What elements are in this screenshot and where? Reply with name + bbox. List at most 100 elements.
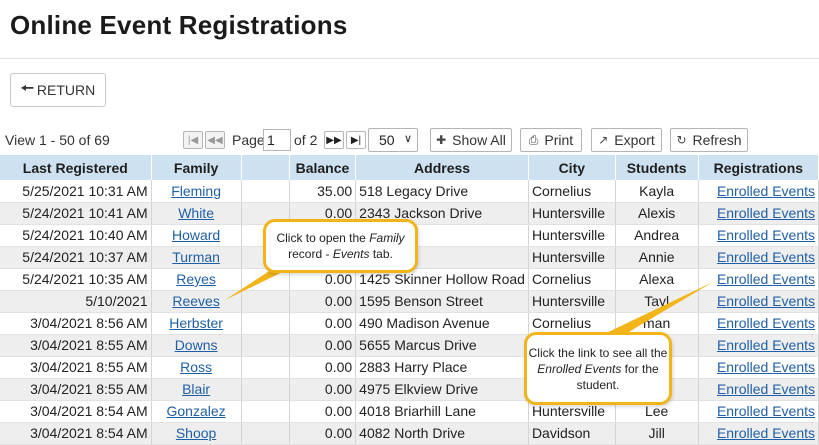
cell-last-registered: 3/04/2021 8:55 AM — [0, 378, 152, 401]
cell-last-registered: 5/25/2021 10:31 AM — [0, 180, 152, 203]
cell-city: Huntersville — [528, 202, 616, 225]
enrolled-events-link[interactable]: Enrolled Events — [717, 315, 815, 331]
col-last-registered[interactable]: Last Registered — [0, 155, 152, 180]
cell-address: 1595 Benson Street — [355, 290, 529, 313]
col-students[interactable]: Students — [615, 155, 699, 180]
refresh-label: Refresh — [692, 132, 742, 148]
enrolled-events-link[interactable]: Enrolled Events — [717, 227, 815, 243]
cell-last-registered: 3/04/2021 8:54 AM — [0, 400, 152, 423]
enrolled-events-link[interactable]: Enrolled Events — [717, 205, 815, 221]
table-header-row: Last Registered Family Balance Address C… — [0, 155, 819, 180]
cell-address: 4082 North Drive — [355, 422, 529, 445]
show-all-label: Show All — [452, 132, 506, 148]
chevron-down-icon: ∨ — [403, 133, 412, 145]
prev-page-button[interactable]: ◀◀ — [205, 131, 225, 149]
cell-city: Huntersville — [528, 246, 616, 269]
cell-last-registered: 5/10/2021 — [0, 290, 152, 313]
cell-balance: 0.00 — [289, 356, 357, 379]
cell-family: Gonzalez — [151, 400, 242, 423]
enrolled-events-link[interactable]: Enrolled Events — [717, 337, 815, 353]
cell-last-registered: 3/04/2021 8:55 AM — [0, 334, 152, 357]
cell-registrations: Enrolled Events — [698, 400, 819, 423]
cell-balance: 0.00 — [289, 290, 357, 313]
col-balance[interactable]: Balance — [289, 155, 357, 180]
table-row: 3/04/2021 8:55 AM Ross 0.00 2883 Harry Plac… — [0, 356, 819, 379]
cell-registrations: Enrolled Events — [698, 356, 819, 379]
enrolled-events-link[interactable]: Enrolled Events — [717, 403, 815, 419]
cell-blank — [241, 400, 290, 423]
family-link[interactable]: Downs — [175, 337, 218, 353]
col-address[interactable]: Address — [355, 155, 529, 180]
cell-registrations: Enrolled Events — [698, 202, 819, 225]
show-all-button[interactable]: ✚ Show All — [430, 128, 512, 152]
last-page-icon: ▶| — [350, 134, 362, 146]
family-link[interactable]: Reyes — [176, 271, 216, 287]
family-link[interactable]: Shoop — [176, 425, 216, 441]
cell-registrations: Enrolled Events — [698, 246, 819, 269]
cell-registrations: Enrolled Events — [698, 312, 819, 335]
table-row: 5/10/2021 Reeves 0.00 1595 Benson Street Hun… — [0, 290, 819, 313]
family-link[interactable]: Howard — [172, 227, 220, 243]
cell-family: Downs — [151, 334, 242, 357]
family-link[interactable]: Fleming — [171, 183, 221, 199]
page-number-input[interactable] — [263, 129, 291, 151]
family-link[interactable]: Ross — [180, 359, 212, 375]
cell-student: Kayla — [615, 180, 699, 203]
print-button[interactable]: ⎙ Print — [520, 128, 582, 152]
enrolled-events-link[interactable]: Enrolled Events — [717, 359, 815, 375]
cell-student: Jill — [615, 422, 699, 445]
cell-registrations: Enrolled Events — [698, 290, 819, 313]
cell-family: Shoop — [151, 422, 242, 445]
col-blank — [241, 155, 290, 180]
table-row: 3/04/2021 8:55 AM Downs 0.00 5655 Marcus Dr… — [0, 334, 819, 357]
family-link[interactable]: Gonzalez — [167, 403, 226, 419]
enrolled-events-link[interactable]: Enrolled Events — [717, 293, 815, 309]
first-page-button[interactable]: |◀ — [183, 131, 203, 149]
cell-address: 4018 Briarhill Lane — [355, 400, 529, 423]
return-button[interactable]: 🠔 RETURN — [10, 73, 106, 107]
export-button[interactable]: ↗ Export — [591, 128, 662, 152]
enrolled-events-link[interactable]: Enrolled Events — [717, 271, 815, 287]
family-link[interactable]: Turman — [172, 249, 220, 265]
page-size-select[interactable]: 50 ∨ — [368, 128, 418, 152]
table-row: 3/04/2021 8:56 AM Herbster 0.00 490 Madison… — [0, 312, 819, 335]
enrolled-events-link[interactable]: Enrolled Events — [717, 381, 815, 397]
cell-student: Andrea — [615, 224, 699, 247]
cell-family: Howard — [151, 224, 242, 247]
export-icon: ↗ — [598, 133, 609, 147]
prev-page-icon: ◀◀ — [207, 134, 223, 146]
family-link[interactable]: Herbster — [169, 315, 223, 331]
cell-address: 490 Madison Avenue — [355, 312, 529, 335]
cell-blank — [241, 180, 290, 203]
cell-balance: 0.00 — [289, 422, 357, 445]
family-callout-text: Click to open the Family record - Events… — [276, 231, 405, 261]
enrolled-events-link[interactable]: Enrolled Events — [717, 249, 815, 265]
family-link[interactable]: White — [178, 205, 214, 221]
cell-family: Blair — [151, 378, 242, 401]
cell-city: Cornelius — [528, 268, 616, 291]
cell-last-registered: 3/04/2021 8:54 AM — [0, 422, 152, 445]
cell-last-registered: 3/04/2021 8:56 AM — [0, 312, 152, 335]
last-page-button[interactable]: ▶| — [346, 131, 366, 149]
events-callout: Click the link to see all the Enrolled E… — [524, 332, 672, 405]
cell-registrations: Enrolled Events — [698, 334, 819, 357]
cell-blank — [241, 378, 290, 401]
cell-blank — [241, 356, 290, 379]
print-icon: ⎙ — [528, 132, 539, 147]
enrolled-events-link[interactable]: Enrolled Events — [717, 425, 815, 441]
family-link[interactable]: Blair — [182, 381, 210, 397]
cell-family: Herbster — [151, 312, 242, 335]
family-link[interactable]: Reeves — [172, 293, 219, 309]
enrolled-events-link[interactable]: Enrolled Events — [717, 183, 815, 199]
cell-city: Huntersville — [528, 224, 616, 247]
refresh-button[interactable]: ↻ Refresh — [670, 128, 748, 152]
col-family[interactable]: Family — [151, 155, 242, 180]
view-count: View 1 - 50 of 69 — [5, 132, 110, 148]
cell-registrations: Enrolled Events — [698, 268, 819, 291]
cell-family: Ross — [151, 356, 242, 379]
cell-balance: 0.00 — [289, 312, 357, 335]
page-size-value: 50 — [379, 132, 395, 148]
next-page-button[interactable]: ▶▶ — [324, 131, 344, 149]
col-registrations: Registrations — [698, 155, 819, 180]
col-city[interactable]: City — [528, 155, 616, 180]
